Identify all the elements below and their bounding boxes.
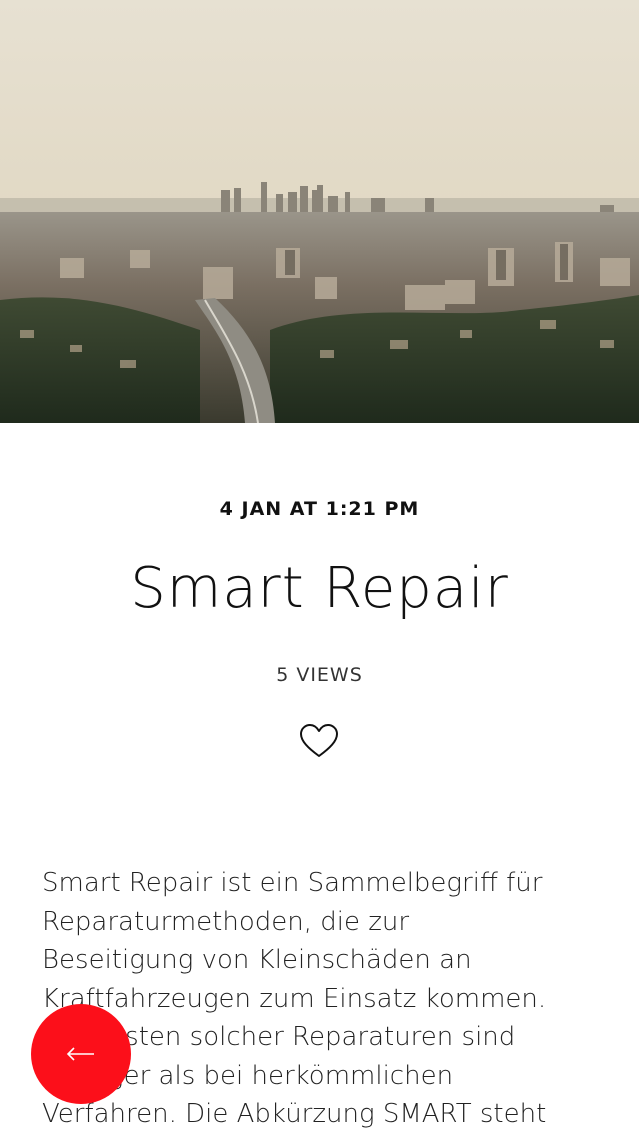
arrow-left-icon <box>66 1047 94 1061</box>
heart-icon[interactable] <box>298 722 340 760</box>
body-line: Reparaturmethoden, die zur <box>42 906 410 937</box>
post-date: 4 JAN AT 1:21 PM <box>219 498 420 520</box>
body-line: Smart Repair ist ein Sammelbegriff für <box>42 868 543 898</box>
back-button[interactable] <box>31 1004 131 1104</box>
hero-image <box>0 0 639 423</box>
body-line: Verfahren. Die Abkürzung SMART steht <box>42 1099 547 1129</box>
view-count: 5 VIEWS <box>276 664 363 686</box>
body-line: Beseitigung von Kleinschäden an <box>42 945 472 975</box>
post-title: Smart Repair <box>130 556 509 621</box>
body-line: Kraftfahrzeugen zum Einsatz kommen. <box>42 983 547 1014</box>
post-body: Smart Repair ist ein Sammelbegriff für R… <box>42 864 602 1134</box>
